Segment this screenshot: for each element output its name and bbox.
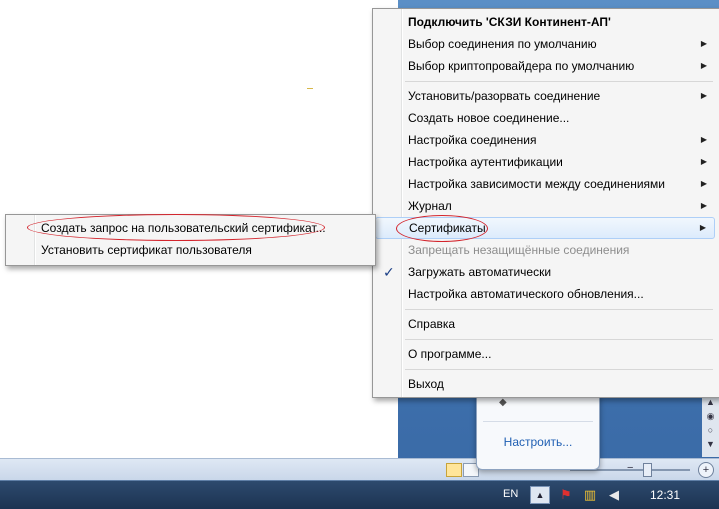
clock[interactable]: 12:31 — [650, 488, 680, 502]
menu-item-auto-update-settings[interactable]: Настройка автоматического обновления... — [375, 283, 715, 305]
menu-item-label: Журнал — [408, 199, 452, 213]
submenu-item-create-cert-request[interactable]: Создать запрос на пользовательский серти… — [8, 217, 371, 239]
menu-item-default-crypto-provider[interactable]: Выбор криптопровайдера по умолчанию ▶ — [375, 55, 715, 77]
menu-item-label: Сертификаты — [409, 221, 486, 235]
vertical-scrollbar[interactable]: ▲ ◉ ○ ▼ — [702, 395, 719, 457]
menu-separator — [405, 309, 713, 310]
submenu-arrow-icon: ▶ — [700, 179, 707, 188]
submenu-item-label: Установить сертификат пользователя — [41, 243, 252, 257]
menu-item-label: Выход — [408, 377, 444, 391]
print-layout-view-button[interactable] — [446, 463, 462, 477]
submenu-item-install-user-cert[interactable]: Установить сертификат пользователя — [8, 239, 371, 261]
menu-item-label: Настройка аутентификации — [408, 155, 563, 169]
menu-item-about[interactable]: О программе... — [375, 343, 715, 365]
menu-item-label: Подключить 'СКЗИ Континент-АП' — [408, 15, 611, 29]
taskbar: EN ▲ ⚑ ▥ ◀ 12:31 — [0, 480, 719, 509]
submenu-arrow-icon: ▶ — [700, 61, 707, 70]
tray-app-icon[interactable]: ◆ — [499, 397, 511, 408]
menu-item-connect-disconnect[interactable]: Установить/разорвать соединение ▶ — [375, 85, 715, 107]
customize-link[interactable]: Настроить... — [477, 435, 599, 449]
zoom-out-button[interactable]: − — [627, 462, 639, 474]
tray-overflow-popup: ◆ Настроить... — [476, 395, 600, 470]
menu-item-certificates[interactable]: Сертификаты ▶ — [375, 217, 715, 239]
submenu-arrow-icon: ▶ — [700, 201, 707, 210]
menu-item-journal[interactable]: Журнал ▶ — [375, 195, 715, 217]
submenu-arrow-icon: ▶ — [699, 223, 706, 232]
menu-item-default-connection[interactable]: Выбор соединения по умолчанию ▶ — [375, 33, 715, 55]
flag-icon[interactable]: ⚑ — [558, 487, 574, 503]
zoom-slider-thumb[interactable] — [643, 463, 652, 477]
volume-muted-icon[interactable]: ◀ — [606, 487, 622, 503]
network-icon[interactable]: ▥ — [582, 487, 598, 503]
menu-item-label: О программе... — [408, 347, 492, 361]
submenu-arrow-icon: ▶ — [700, 39, 707, 48]
zoom-in-button[interactable]: + — [698, 462, 714, 478]
menu-item-dependency-settings[interactable]: Настройка зависимости между соединениями… — [375, 173, 715, 195]
menu-item-label: Настройка автоматического обновления... — [408, 287, 644, 301]
language-indicator[interactable]: EN — [503, 488, 518, 500]
submenu-item-label: Создать запрос на пользовательский серти… — [41, 221, 326, 235]
submenu-arrow-icon: ▶ — [700, 135, 707, 144]
menu-item-label: Настройка соединения — [408, 133, 537, 147]
menu-item-label: Запрещать незащищённые соединения — [408, 243, 630, 257]
checkmark-icon: ✓ — [383, 264, 395, 280]
menu-item-label: Установить/разорвать соединение — [408, 89, 601, 103]
menu-separator — [405, 81, 713, 82]
menu-item-label: Выбор криптопровайдера по умолчанию — [408, 59, 635, 73]
prev-page-icon[interactable]: ◉ — [702, 409, 719, 423]
certificates-submenu: Создать запрос на пользовательский серти… — [5, 214, 376, 266]
context-menu: Подключить 'СКЗИ Континент-АП' Выбор сое… — [372, 8, 719, 398]
menu-item-label: Загружать автоматически — [408, 265, 552, 279]
divider — [483, 421, 593, 422]
word-status-bar: − + — [0, 458, 719, 481]
submenu-arrow-icon: ▶ — [700, 91, 707, 100]
menu-item-autoload[interactable]: ✓ Загружать автоматически — [375, 261, 715, 283]
menu-item-auth-settings[interactable]: Настройка аутентификации ▶ — [375, 151, 715, 173]
next-page-icon[interactable]: ▼ — [702, 437, 719, 451]
menu-item-label: Выбор соединения по умолчанию — [408, 37, 597, 51]
menu-item-exit[interactable]: Выход — [375, 373, 715, 395]
show-hidden-icons-button[interactable]: ▲ — [530, 486, 550, 504]
menu-item-connection-settings[interactable]: Настройка соединения ▶ — [375, 129, 715, 151]
menu-item-connect[interactable]: Подключить 'СКЗИ Континент-АП' — [375, 11, 715, 33]
menu-separator — [405, 339, 713, 340]
menu-item-label: Создать новое соединение... — [408, 111, 570, 125]
menu-item-help[interactable]: Справка — [375, 313, 715, 335]
document-mark — [307, 88, 313, 89]
submenu-arrow-icon: ▶ — [700, 157, 707, 166]
menu-item-new-connection[interactable]: Создать новое соединение... — [375, 107, 715, 129]
menu-item-label: Настройка зависимости между соединениями — [408, 177, 665, 191]
menu-item-label: Справка — [408, 317, 456, 331]
select-browse-icon[interactable]: ○ — [702, 423, 719, 437]
menu-item-block-unprotected: Запрещать незащищённые соединения — [375, 239, 715, 261]
menu-separator — [405, 369, 713, 370]
